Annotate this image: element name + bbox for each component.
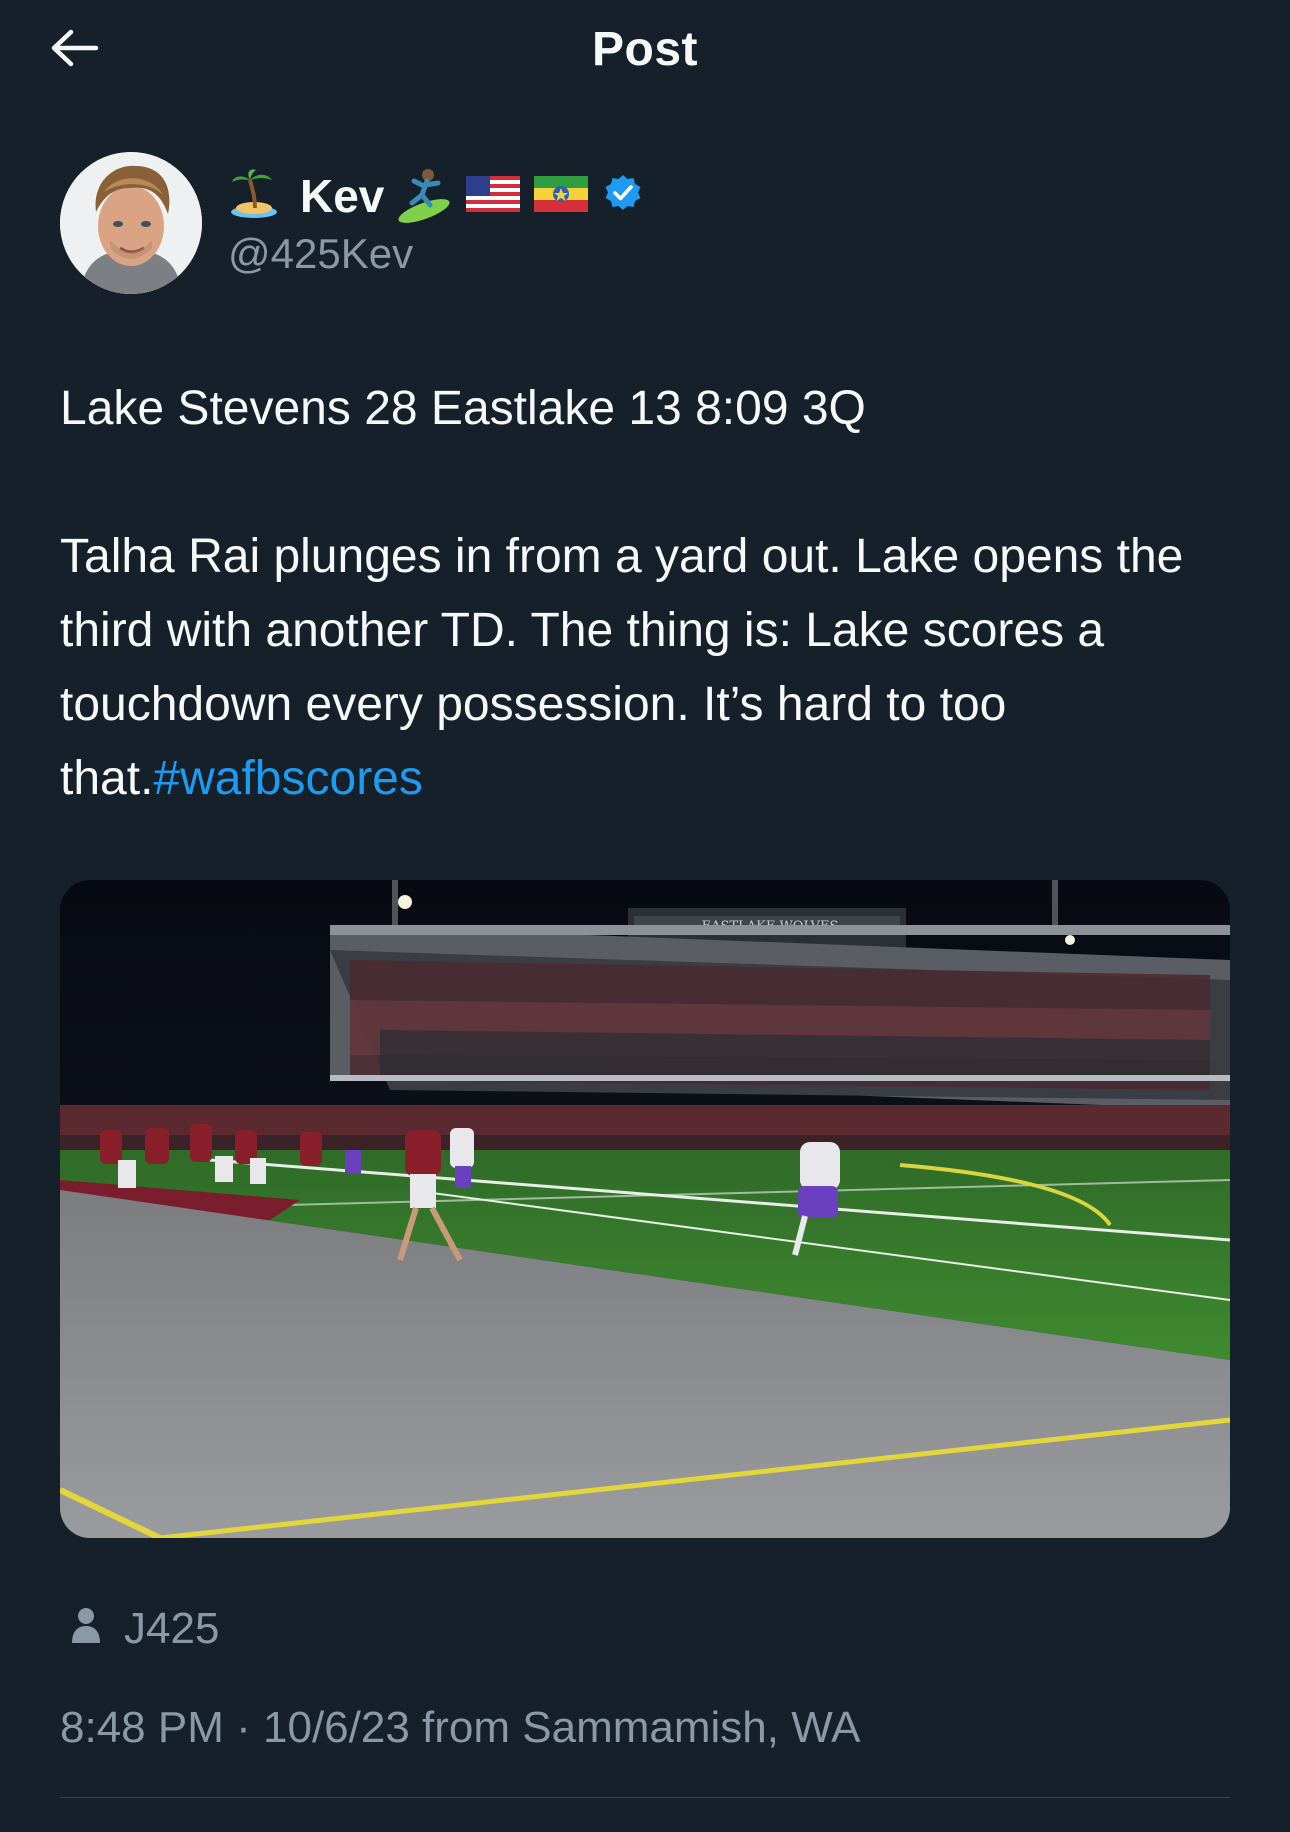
ethiopia-flag-emoji: [534, 175, 589, 217]
divider: [60, 1797, 1230, 1798]
meta-separator: ·: [236, 1703, 251, 1752]
photo-attribution[interactable]: J425: [70, 1604, 219, 1654]
top-bar: Post: [0, 0, 1290, 100]
tweet-body: Talha Rai plunges in from a yard out. La…: [60, 520, 1240, 816]
post-time[interactable]: 8:48 PM: [60, 1703, 224, 1752]
desert-island-emoji: [228, 168, 280, 225]
us-flag-emoji: [466, 175, 521, 217]
hashtag-link[interactable]: #wafbscores: [153, 752, 422, 805]
tweet-text: Lake Stevens 28 Eastlake 13 8:09 3Q Talh…: [60, 372, 1240, 816]
tweet-score-line: Lake Stevens 28 Eastlake 13 8:09 3Q: [60, 382, 866, 435]
user-handle[interactable]: @425Kev: [228, 230, 658, 278]
post-location: from Sammamish, WA: [422, 1703, 861, 1752]
avatar[interactable]: [60, 152, 202, 294]
display-name[interactable]: Kev: [300, 169, 384, 223]
post-metadata: 8:48 PM · 10/6/23 from Sammamish, WA: [60, 1703, 860, 1753]
page-title: Post: [591, 23, 698, 76]
verified-badge-icon[interactable]: [602, 173, 644, 220]
person-icon: [70, 1604, 102, 1654]
surfer-emoji: [394, 165, 452, 228]
post-date[interactable]: 10/6/23: [263, 1703, 410, 1752]
tweet-photo[interactable]: EASTLAKE WOLVES: [60, 880, 1230, 1538]
author-row: Kev @425Kev: [60, 152, 658, 296]
attribution-label: J425: [124, 1604, 220, 1653]
